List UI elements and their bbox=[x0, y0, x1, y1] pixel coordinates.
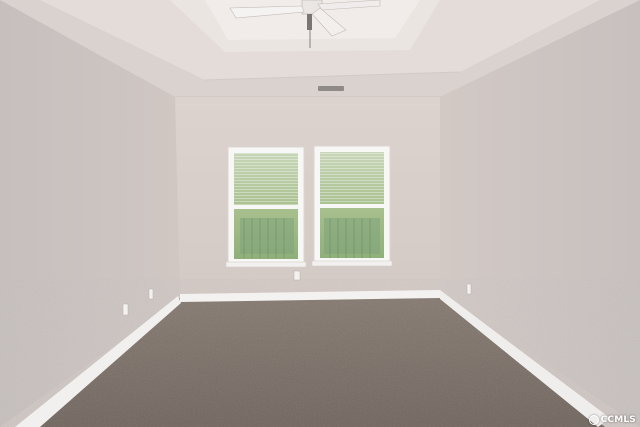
back-wall bbox=[175, 97, 440, 294]
outlet-back bbox=[293, 270, 301, 281]
room-photo: CCMLS bbox=[0, 0, 640, 427]
watermark-logo-icon bbox=[588, 415, 599, 425]
outlet-left-1 bbox=[122, 303, 129, 316]
room-illustration bbox=[0, 0, 640, 427]
outlet-right bbox=[466, 283, 472, 295]
outlet-left-2 bbox=[148, 288, 154, 300]
watermark-text: CCMLS bbox=[600, 415, 636, 425]
ceiling-vent bbox=[318, 86, 344, 91]
window-right bbox=[311, 145, 393, 267]
watermark: CCMLS bbox=[588, 415, 636, 425]
window-left bbox=[225, 146, 307, 268]
